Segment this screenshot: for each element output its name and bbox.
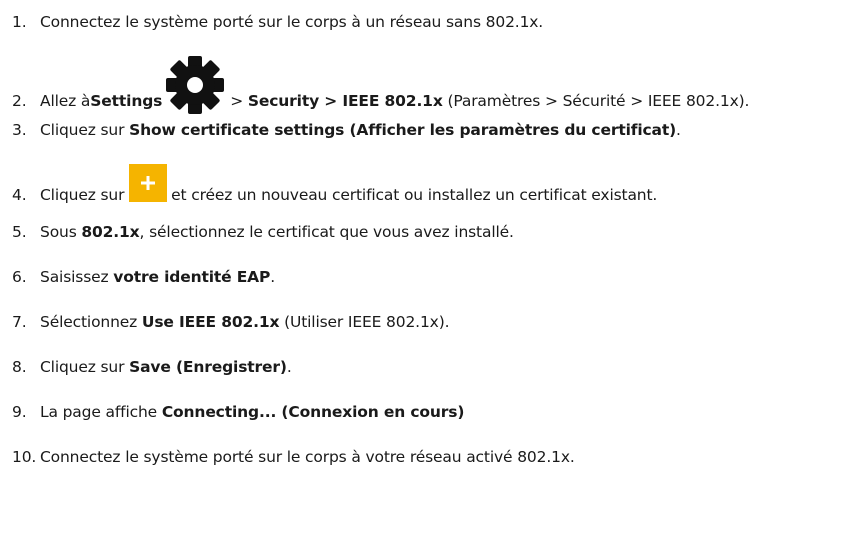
step-8: 8. Cliquez sur Save (Enregistrer) .	[12, 357, 292, 377]
plus-icon	[141, 176, 156, 190]
gear-icon	[163, 55, 227, 115]
step-number: 4.	[12, 186, 27, 204]
step-text: .	[676, 121, 681, 139]
step-number: 3.	[12, 121, 27, 139]
step-text: .	[286, 358, 292, 376]
step-number: 5.	[12, 223, 27, 241]
settings-label: Settings	[90, 92, 163, 110]
step-text: La page affiche	[40, 403, 162, 421]
step-text: Connectez le système porté sur le corps …	[40, 448, 575, 466]
connecting-label: Connecting... (Connexion en cours)	[161, 403, 465, 421]
step-10: 10. Connectez le système porté sur le co…	[12, 447, 575, 467]
step-text: Cliquez sur	[40, 358, 130, 376]
step-text: Allez à	[40, 92, 91, 110]
step-text: Connectez le système porté sur le corps …	[40, 13, 544, 31]
security-path: Security > IEEE 802.1x	[247, 92, 443, 110]
step-5: 5. Sous 802.1x , sélectionnez le certifi…	[12, 222, 514, 242]
step-3: 3. Cliquez sur Show certificate settings…	[12, 120, 681, 140]
section-name: 802.1x	[81, 223, 140, 241]
step-number: 6.	[12, 268, 27, 286]
step-number: 1.	[12, 13, 27, 31]
use-ieee-label: Use IEEE 802.1x	[141, 313, 280, 331]
step-number: 8.	[12, 358, 27, 376]
save-label: Save (Enregistrer)	[129, 358, 287, 376]
step-number: 7.	[12, 313, 27, 331]
step-text: (Utiliser IEEE 802.1x).	[279, 313, 450, 331]
step-number: 9.	[12, 403, 27, 421]
step-text: >	[230, 92, 248, 110]
step-text: Sous	[40, 223, 82, 241]
step-text: Cliquez sur	[40, 186, 130, 204]
step-number: 2.	[12, 92, 27, 110]
step-text: et créez un nouveau certificat ou instal…	[171, 186, 658, 204]
step-text: .	[270, 268, 276, 286]
step-1: 1. Connectez le système porté sur le cor…	[12, 12, 543, 32]
step-7: 7. Sélectionnez Use IEEE 802.1x (Utilise…	[12, 312, 450, 332]
show-certificate-label: Show certificate settings (Afficher les …	[129, 121, 677, 139]
step-text: , sélectionnez le certificat que vous av…	[139, 223, 514, 241]
step-number: 10.	[12, 448, 37, 466]
step-text: Sélectionnez	[40, 313, 142, 331]
add-button	[129, 164, 168, 202]
step-6: 6. Saisissez votre identité EAP .	[12, 267, 275, 287]
step-text: (Paramètres > Sécurité > IEEE 802.1x).	[442, 92, 750, 110]
eap-identity-label: votre identité EAP	[113, 268, 271, 286]
step-text: Cliquez sur	[40, 121, 130, 139]
step-text: Saisissez	[40, 268, 114, 286]
step-9: 9. La page affiche Connecting... (Connex…	[12, 402, 464, 422]
step-4: 4. Cliquez sur et créez un nouveau certi…	[12, 164, 658, 214]
